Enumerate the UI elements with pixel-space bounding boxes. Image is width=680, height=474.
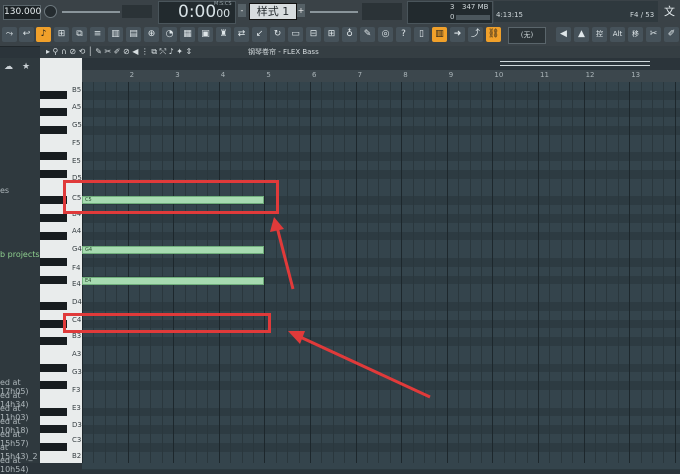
arrow-head xyxy=(288,331,305,344)
arrow-head xyxy=(270,217,284,232)
arrow-line xyxy=(275,226,295,290)
annotation-arrows xyxy=(270,217,431,399)
arrow-line xyxy=(297,334,431,399)
